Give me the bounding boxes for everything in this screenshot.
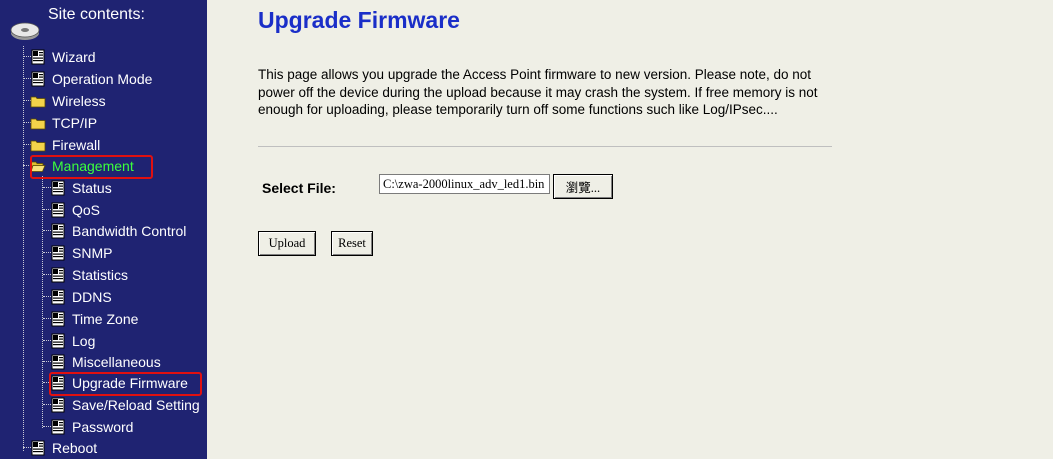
sidebar-item-wizard[interactable]: Wizard <box>30 46 96 67</box>
page-icon <box>50 397 66 413</box>
sidebar-item-qos[interactable]: QoS <box>50 199 100 220</box>
page-title: Upgrade Firmware <box>258 7 460 33</box>
sidebar-item-statistics[interactable]: Statistics <box>50 264 128 285</box>
tree-line-management <box>42 176 43 428</box>
browse-button[interactable]: 瀏覽... <box>553 174 613 199</box>
folder-icon <box>30 115 46 131</box>
page-icon <box>50 180 66 196</box>
page-icon <box>50 267 66 283</box>
sidebar-item-label: Save/Reload Setting <box>72 396 200 413</box>
page-description: This page allows you upgrade the Access … <box>258 67 818 118</box>
sidebar-item-status[interactable]: Status <box>50 177 112 198</box>
page-icon <box>50 289 66 305</box>
management-highlight-box <box>30 155 153 179</box>
sidebar-item-label: Password <box>72 418 134 435</box>
sidebar-item-snmp[interactable]: SNMP <box>50 242 112 263</box>
page-icon <box>50 311 66 327</box>
sidebar-item-label: Statistics <box>72 266 129 283</box>
upgrade-firmware-highlight-box <box>49 372 202 396</box>
sidebar-item-label: TCP/IP <box>52 114 98 131</box>
sidebar-item-ddns[interactable]: DDNS <box>50 286 112 307</box>
sidebar-item-operation-mode[interactable]: Operation Mode <box>30 68 152 89</box>
file-path-input[interactable]: C:\zwa-2000linux_adv_led1.bin <box>379 174 550 194</box>
page-icon <box>50 202 66 218</box>
sidebar-item-time-zone[interactable]: Time Zone <box>50 308 138 329</box>
reset-button[interactable]: Reset <box>331 231 373 256</box>
sidebar-item-label: Firewall <box>52 136 101 153</box>
sidebar-item-save-reload-setting[interactable]: Save/Reload Setting <box>50 394 200 415</box>
sidebar-item-label: Wireless <box>52 92 106 109</box>
page-icon <box>50 419 66 435</box>
page-icon <box>30 49 46 65</box>
sidebar-item-miscellaneous[interactable]: Miscellaneous <box>50 351 161 372</box>
page-icon <box>30 440 46 456</box>
sidebar-item-bandwidth-control[interactable]: Bandwidth Control <box>50 220 186 241</box>
page-icon <box>50 223 66 239</box>
sidebar-item-wireless[interactable]: Wireless <box>30 90 106 111</box>
sidebar-item-label: Time Zone <box>72 310 139 327</box>
sidebar-item-label: DDNS <box>72 288 112 305</box>
select-file-label: Select File: <box>262 180 336 196</box>
sidebar-item-label: Status <box>72 179 112 196</box>
sidebar-item-label: Wizard <box>52 48 96 65</box>
page-icon <box>50 245 66 261</box>
tree-line-root <box>23 46 24 451</box>
sidebar-item-reboot[interactable]: Reboot <box>30 437 97 458</box>
folder-icon <box>30 93 46 109</box>
page-icon <box>50 333 66 349</box>
page-icon <box>30 71 46 87</box>
main-content: Upgrade Firmware This page allows you up… <box>207 0 1053 459</box>
sidebar-item-label: Reboot <box>52 439 98 456</box>
folder-icon <box>30 137 46 153</box>
sidebar-item-label: Miscellaneous <box>72 353 161 370</box>
site-contents-label: Site contents: <box>48 6 145 23</box>
sidebar-item-tcp-ip[interactable]: TCP/IP <box>30 112 97 133</box>
sidebar-item-password[interactable]: Password <box>50 416 133 437</box>
divider <box>258 146 832 147</box>
sidebar-item-log[interactable]: Log <box>50 330 95 351</box>
upload-button[interactable]: Upload <box>258 231 316 256</box>
sidebar-item-label: QoS <box>72 201 101 218</box>
sidebar: Site contents: Wizard Operation Mode Wirel… <box>0 0 207 459</box>
sidebar-item-label: Operation Mode <box>52 70 153 87</box>
disk-icon <box>10 22 40 40</box>
sidebar-item-label: Log <box>72 332 96 349</box>
sidebar-item-label: Bandwidth Control <box>72 222 187 239</box>
sidebar-item-label: SNMP <box>72 244 113 261</box>
page-icon <box>50 354 66 370</box>
sidebar-item-firewall[interactable]: Firewall <box>30 134 100 155</box>
